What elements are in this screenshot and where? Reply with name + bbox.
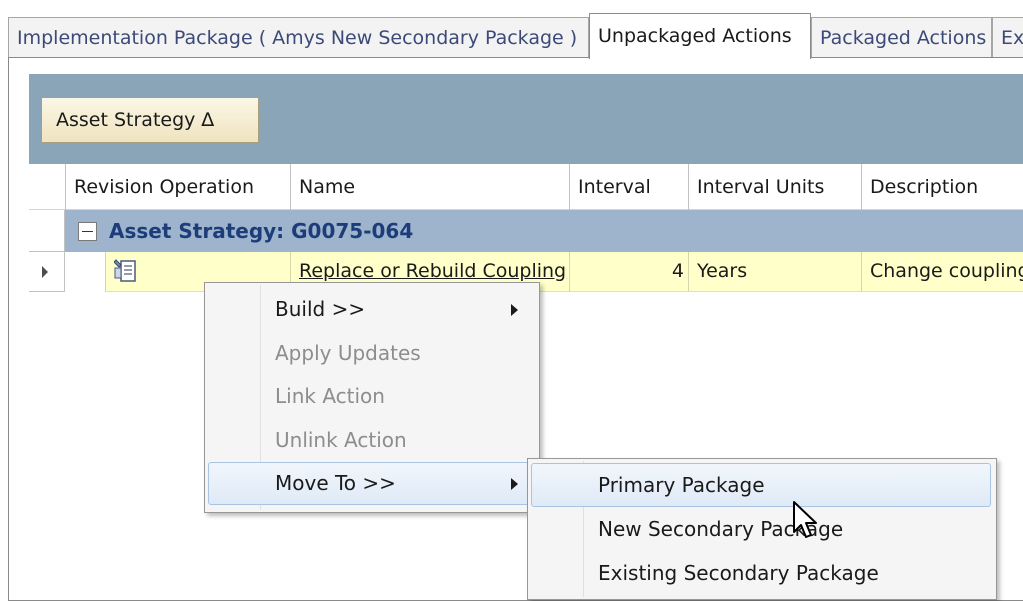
tab-packaged-actions[interactable]: Packaged Actions [811,17,992,58]
menu-item-primary-package[interactable]: Primary Package [531,463,991,507]
row-selector[interactable] [29,252,65,292]
cell-description[interactable]: Change coupling [861,252,1023,292]
tab-unpackaged-actions[interactable]: Unpackaged Actions [589,13,811,59]
menu-item-existing-secondary-package[interactable]: Existing Secondary Package [531,551,991,595]
menu-item-label: Link Action [275,384,385,408]
menu-item-label: Build >> [275,297,366,321]
column-header-name[interactable]: Name [290,164,569,210]
menu-item-move-to[interactable]: Move To >> [208,462,536,505]
current-row-indicator-icon [42,266,48,278]
action-name-link[interactable]: Replace or Rebuild Coupling [299,260,566,282]
context-menu: Build >> Apply Updates Link Action Unlin… [204,282,540,513]
menu-item-unlink-action[interactable]: Unlink Action [208,419,536,462]
collapse-group-icon[interactable] [78,222,97,241]
submenu-arrow-icon [511,304,518,316]
menu-item-label: Apply Updates [275,341,421,365]
menu-item-apply-updates[interactable]: Apply Updates [208,332,536,375]
mouse-pointer-icon [793,501,817,538]
menu-item-label: Move To >> [275,471,396,495]
move-to-submenu: Primary Package New Secondary Package Ex… [527,458,997,600]
menu-item-link-action[interactable]: Link Action [208,375,536,418]
row-selector[interactable] [29,210,65,252]
column-header-interval-units[interactable]: Interval Units [688,164,861,210]
document-edit-icon [114,259,136,282]
tab-ex[interactable]: Ex [992,17,1023,58]
column-header-interval[interactable]: Interval [569,164,688,210]
tab-implementation-package[interactable]: Implementation Package ( Amys New Second… [8,17,589,58]
cell-interval-units[interactable]: Years [688,252,861,292]
tab-strip: Implementation Package ( Amys New Second… [0,0,1023,59]
menu-item-new-secondary-package[interactable]: New Secondary Package [531,507,991,551]
group-by-asset-strategy-button[interactable]: Asset Strategy ∆ [41,97,259,143]
menu-item-label: Unlink Action [275,428,407,452]
row-indent [65,252,105,292]
group-row: Asset Strategy: G0075-064 [29,210,1023,252]
grid-header: Revision Operation Name Interval Interva… [29,164,1023,210]
group-row-label: Asset Strategy: G0075-064 [109,219,414,243]
submenu-arrow-icon [511,478,518,490]
menu-item-build[interactable]: Build >> [208,288,536,331]
column-header-description[interactable]: Description [861,164,1023,210]
row-selector-header [29,164,65,210]
column-header-revision-operation[interactable]: Revision Operation [65,164,290,210]
cell-interval[interactable]: 4 [569,252,688,292]
